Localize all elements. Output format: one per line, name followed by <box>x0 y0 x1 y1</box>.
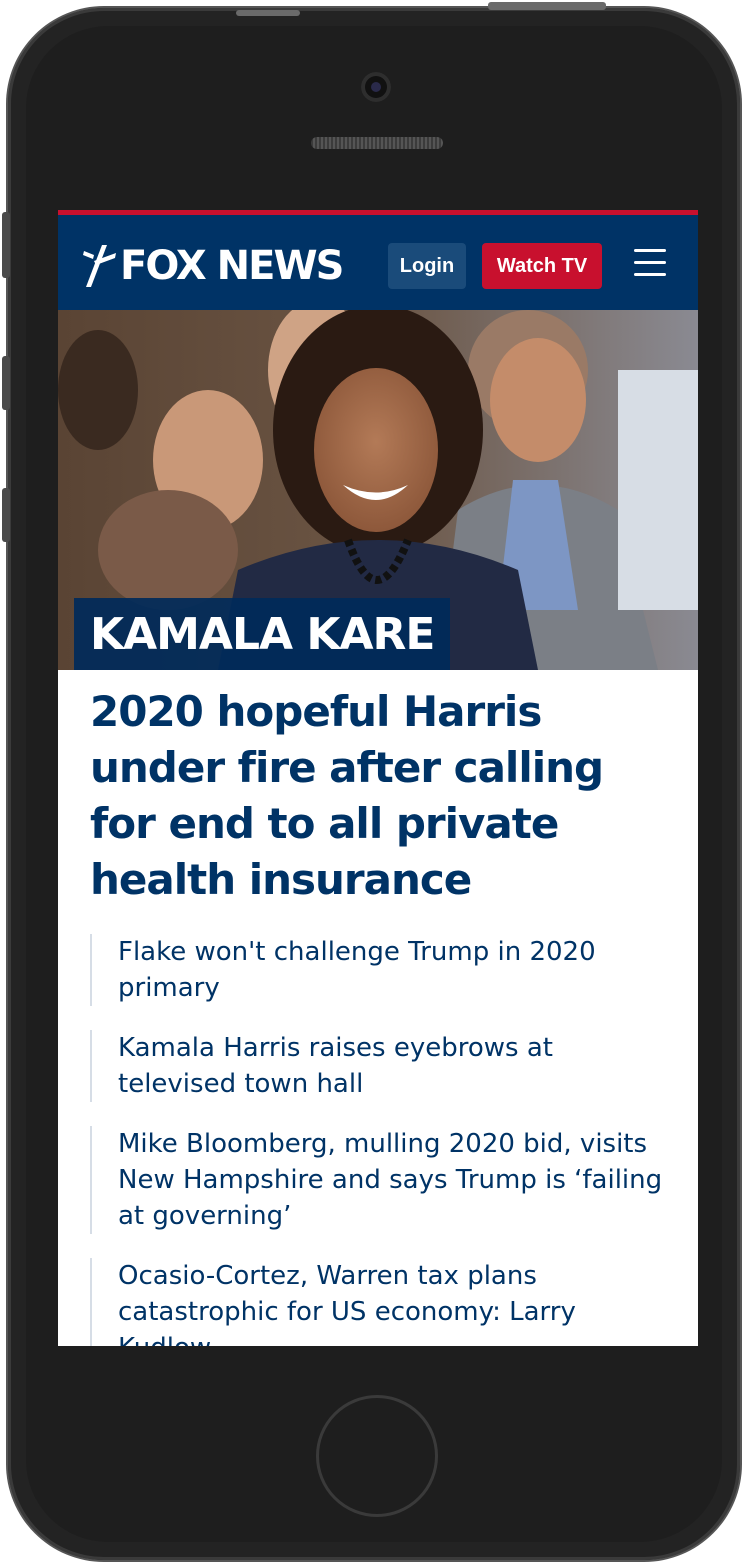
hero-image[interactable]: KAMALA KARE <box>58 310 698 670</box>
main-headline-link[interactable]: 2020 hopeful Harris under fire after cal… <box>90 684 666 908</box>
side-button <box>2 356 10 410</box>
fox-logo-mark-icon <box>83 245 116 287</box>
side-button <box>2 488 10 542</box>
camera-icon <box>361 72 391 102</box>
screen: FOX NEWS Login Watch TV KAMALA KARE 2020… <box>58 210 698 1346</box>
related-stories-list: Flake won't challenge Trump in 2020 prim… <box>90 934 666 1346</box>
hamburger-menu-icon[interactable] <box>634 249 666 281</box>
top-button-small <box>236 10 300 16</box>
story-kicker: KAMALA KARE <box>74 598 451 670</box>
watch-tv-button[interactable]: Watch TV <box>482 243 602 289</box>
kicker-text: KAMALA KARE <box>90 608 435 660</box>
related-story-link[interactable]: Kamala Harris raises eyebrows at televis… <box>90 1030 666 1102</box>
side-button <box>2 212 10 278</box>
logo-text: FOX NEWS <box>120 243 344 289</box>
login-button[interactable]: Login <box>388 243 466 289</box>
related-story-link[interactable]: Flake won't challenge Trump in 2020 prim… <box>90 934 666 1006</box>
related-story-link[interactable]: Mike Bloomberg, mulling 2020 bid, visits… <box>90 1126 666 1234</box>
top-button <box>488 2 606 10</box>
home-button[interactable] <box>316 1395 438 1517</box>
fox-news-logo[interactable]: FOX NEWS <box>82 241 344 291</box>
top-navigation-bar: FOX NEWS Login Watch TV <box>58 210 698 310</box>
related-story-link[interactable]: Ocasio-Cortez, Warren tax plans catastro… <box>90 1258 666 1346</box>
speaker-grille <box>311 137 443 149</box>
